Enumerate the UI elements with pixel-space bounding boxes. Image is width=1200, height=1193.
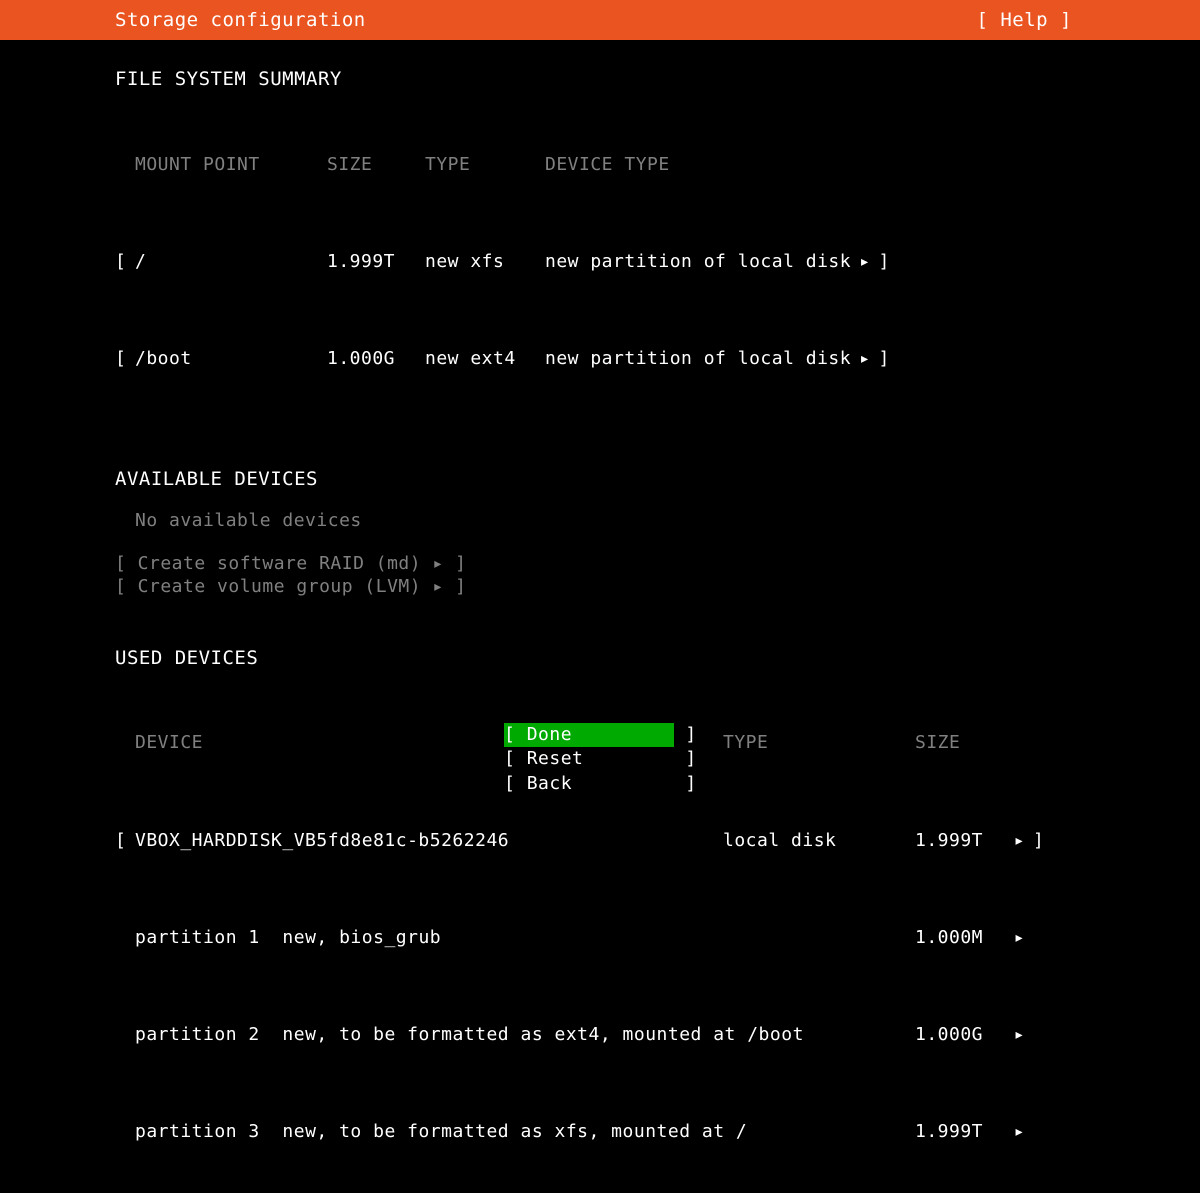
partition-desc: partition 2 new, to be formatted as ext4… [135,1023,723,1047]
partition-desc: partition 1 new, bios_grub [135,926,723,950]
triangle-right-icon: ▸ [851,347,870,371]
partition-size: 1.999T [915,1120,995,1144]
triangle-right-icon: ▸ [995,926,1025,950]
reset-button[interactable]: [ Reset ] [504,747,674,771]
file-system-summary-section: FILE SYSTEM SUMMARY MOUNT POINT SIZE TYP… [115,68,1085,420]
disk-size: 1.999T [915,829,995,853]
triangle-right-icon: ▸ [995,829,1025,853]
fs-summary-header-row: MOUNT POINT SIZE TYPE DEVICE TYPE [115,153,1085,177]
disk-type: local disk [723,829,915,853]
col-mount-point: MOUNT POINT [135,153,327,177]
create-lvm-button[interactable]: [ Create volume group (LVM) ▸ ] [115,576,1085,597]
fs-devtype-value: new partition of local disk [545,347,851,371]
triangle-right-icon: ▸ [995,1023,1025,1047]
triangle-right-icon: ▸ [851,250,870,274]
used-devices-heading: USED DEVICES [115,647,1085,669]
partition-size: 1.000M [915,926,995,950]
disk-name: VBOX_HARDDISK_VB5fd8e81c-b5262246 [135,829,723,853]
triangle-right-icon: ▸ [995,1120,1025,1144]
fs-summary-row[interactable]: [ / 1.999T new xfs new partition of loca… [115,250,1085,274]
back-button[interactable]: [ Back ] [504,772,674,796]
create-raid-button[interactable]: [ Create software RAID (md) ▸ ] [115,553,1085,574]
fs-summary-heading: FILE SYSTEM SUMMARY [115,68,1085,90]
fs-devtype-value: new partition of local disk [545,250,851,274]
partition-desc: partition 3 new, to be formatted as xfs,… [135,1120,723,1144]
bracket-close-icon: ] [870,250,889,274]
partition-row[interactable]: partition 3 new, to be formatted as xfs,… [115,1120,1085,1144]
col-size: SIZE [327,153,425,177]
bracket-open-icon: [ [115,347,135,371]
fs-type-value: new xfs [425,250,545,274]
footer-buttons: [ Done ] [ Reset ] [ Back ] [504,723,674,796]
fs-type-value: new ext4 [425,347,545,371]
col-device-type: DEVICE TYPE [545,153,670,177]
no-available-devices-label: No available devices [115,510,1085,531]
done-button[interactable]: [ Done ] [504,723,674,747]
main-content: FILE SYSTEM SUMMARY MOUNT POINT SIZE TYP… [0,40,1200,1193]
available-devices-section: AVAILABLE DEVICES No available devices [… [115,468,1085,597]
available-devices-heading: AVAILABLE DEVICES [115,468,1085,490]
help-button[interactable]: [ Help ] [976,9,1072,31]
bracket-open-icon: [ [115,829,135,853]
fs-size-value: 1.000G [327,347,425,371]
bracket-close-icon: ] [1025,829,1044,853]
partition-row[interactable]: partition 1 new, bios_grub 1.000M ▸ [115,926,1085,950]
used-disk-row[interactable]: [ VBOX_HARDDISK_VB5fd8e81c-b5262246 loca… [115,829,1085,853]
partition-row[interactable]: partition 2 new, to be formatted as ext4… [115,1023,1085,1047]
fs-size-value: 1.999T [327,250,425,274]
col-type: TYPE [723,731,915,755]
fs-summary-table: MOUNT POINT SIZE TYPE DEVICE TYPE [ / 1.… [115,104,1085,420]
fs-summary-row[interactable]: [ /boot 1.000G new ext4 new partition of… [115,347,1085,371]
header-bar: Storage configuration [ Help ] [0,0,1200,40]
col-type: TYPE [425,153,545,177]
col-size: SIZE [915,731,995,755]
bracket-close-icon: ] [870,347,889,371]
page-title: Storage configuration [115,9,366,31]
fs-mount-value: /boot [135,347,327,371]
bracket-open-icon: [ [115,250,135,274]
fs-mount-value: / [135,250,327,274]
partition-size: 1.000G [915,1023,995,1047]
